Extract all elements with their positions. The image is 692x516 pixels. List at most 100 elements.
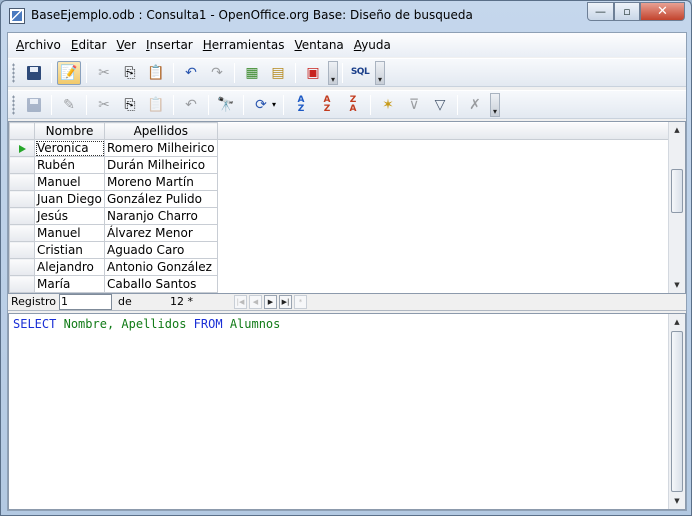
sql-vertical-scrollbar[interactable]: ▲ ▼ xyxy=(668,314,685,509)
paste-icon[interactable]: 📋 xyxy=(144,61,168,85)
new-record-button[interactable]: * xyxy=(294,295,307,309)
cell-apellidos[interactable]: González Pulido xyxy=(104,190,218,208)
row-header[interactable] xyxy=(9,207,35,225)
cell-nombre[interactable]: Juan Diego xyxy=(34,190,105,208)
menu-item-0[interactable]: Archivo xyxy=(11,33,66,57)
toolbar-more-button-3[interactable]: ▾ xyxy=(490,92,501,117)
title-bar[interactable]: BaseEjemplo.odb : Consulta1 - OpenOffice… xyxy=(1,1,691,31)
cell-apellidos[interactable]: Naranjo Charro xyxy=(104,207,218,225)
sort-descending-icon[interactable]: ZA xyxy=(341,93,365,117)
save-icon[interactable] xyxy=(22,61,46,85)
redo-icon[interactable]: ↷ xyxy=(205,61,229,85)
column-header-nombre[interactable]: Nombre xyxy=(34,122,105,140)
menu-item-4[interactable]: Herramientas xyxy=(198,33,290,57)
toolbar-grip[interactable] xyxy=(12,62,15,83)
copy-icon[interactable]: ⎘ xyxy=(118,61,142,85)
minimize-button[interactable]: — xyxy=(587,2,614,21)
table-row[interactable]: Jesús Naranjo Charro xyxy=(9,207,676,225)
row-header[interactable] xyxy=(9,275,35,293)
previous-record-button[interactable]: ◀ xyxy=(249,295,262,309)
sql-scroll-thumb[interactable] xyxy=(671,331,683,492)
toolbar-more-button-2[interactable]: ▾ xyxy=(375,60,385,85)
remove-filter-icon[interactable]: ✗ xyxy=(463,93,487,117)
cell-nombre[interactable]: Manuel xyxy=(34,173,105,191)
row-header[interactable] xyxy=(9,173,35,191)
cell-nombre[interactable]: Rubén xyxy=(34,156,105,174)
sort-icon[interactable]: AZ xyxy=(315,93,339,117)
first-record-button[interactable]: |◀ xyxy=(234,295,247,309)
row-header[interactable] xyxy=(9,139,35,157)
sql-editor[interactable]: SELECT Nombre, Apellidos FROM Alumnos ▲ … xyxy=(8,313,686,510)
autofilter-icon[interactable]: ✶ xyxy=(376,93,400,117)
edit-data-icon[interactable]: ✎ xyxy=(57,93,81,117)
cell-nombre[interactable]: Alejandro xyxy=(34,258,105,276)
standard-filter-icon[interactable]: ⊽ xyxy=(402,93,426,117)
sql-query-text[interactable]: SELECT Nombre, Apellidos FROM Alumnos xyxy=(13,317,280,331)
row-header[interactable] xyxy=(9,224,35,242)
last-record-button[interactable]: ▶| xyxy=(279,295,292,309)
menu-item-1[interactable]: Editar xyxy=(66,33,112,57)
menu-item-5[interactable]: Ventana xyxy=(290,33,349,57)
add-tables-icon[interactable]: ▦ xyxy=(240,61,264,85)
cell-apellidos[interactable]: Aguado Caro xyxy=(104,241,218,259)
paste-icon-2[interactable]: 📋 xyxy=(144,93,168,117)
toolbar-more-button[interactable]: ▾ xyxy=(328,60,338,85)
table-row[interactable]: Rubén Durán Milheirico xyxy=(9,156,676,174)
table-row[interactable]: Alejandro Antonio González xyxy=(9,258,676,276)
sort-ascending-icon[interactable]: AZ xyxy=(289,93,313,117)
close-button[interactable]: ✕ xyxy=(640,2,685,21)
edit-mode-icon[interactable]: 📝 xyxy=(57,60,81,85)
design-view-icon[interactable]: ▤ xyxy=(266,61,290,85)
cell-apellidos[interactable]: Álvarez Menor xyxy=(104,224,218,242)
table-row[interactable]: Manuel Álvarez Menor xyxy=(9,224,676,242)
toolbar-grip-2[interactable] xyxy=(12,94,15,115)
record-number-field[interactable]: 1 xyxy=(59,294,112,310)
cell-nombre[interactable]: Manuel xyxy=(34,224,105,242)
menu-item-3[interactable]: Insertar xyxy=(141,33,198,57)
cell-nombre[interactable]: Veronica xyxy=(34,139,105,157)
cut-icon[interactable]: ✂ xyxy=(92,61,116,85)
sql-scroll-up-arrow-icon[interactable]: ▲ xyxy=(669,314,685,330)
scroll-down-arrow-icon[interactable]: ▼ xyxy=(669,277,685,293)
apply-filter-icon[interactable]: ▽ xyxy=(428,93,452,117)
row-header[interactable] xyxy=(9,190,35,208)
row-header[interactable] xyxy=(9,156,35,174)
cell-apellidos[interactable]: Antonio González xyxy=(104,258,218,276)
row-header[interactable] xyxy=(9,241,35,259)
table-row[interactable]: Cristian Aguado Caro xyxy=(9,241,676,259)
corner-cell[interactable] xyxy=(9,122,35,140)
cell-apellidos[interactable]: Caballo Santos xyxy=(104,275,218,293)
find-icon[interactable]: 🔭 xyxy=(214,93,238,117)
row-header[interactable] xyxy=(9,258,35,276)
maximize-button[interactable]: ▫ xyxy=(614,2,640,21)
save-record-icon[interactable] xyxy=(22,93,46,117)
next-record-button[interactable]: ▶ xyxy=(264,295,277,309)
sql-icon[interactable]: SQL xyxy=(348,61,372,85)
scroll-up-arrow-icon[interactable]: ▲ xyxy=(669,122,685,138)
column-header-apellidos[interactable]: Apellidos xyxy=(104,122,218,140)
cell-apellidos[interactable]: Durán Milheirico xyxy=(104,156,218,174)
table-row[interactable]: Veronica Romero Milheirico xyxy=(9,139,676,157)
menu-item-2[interactable]: Ver xyxy=(111,33,141,57)
undo-icon[interactable]: ↶ xyxy=(179,61,203,85)
table-row[interactable]: María Caballo Santos xyxy=(9,275,676,293)
cell-nombre[interactable]: María xyxy=(34,275,105,293)
cell-nombre[interactable]: Jesús xyxy=(34,207,105,225)
refresh-icon[interactable]: ⟳ xyxy=(249,93,273,117)
undo-icon-2[interactable]: ↶ xyxy=(179,93,203,117)
refresh-dropdown-icon[interactable]: ▾ xyxy=(272,100,276,109)
sql-scroll-down-arrow-icon[interactable]: ▼ xyxy=(669,493,685,509)
cell-nombre[interactable]: Cristian xyxy=(34,241,105,259)
cell-apellidos[interactable]: Moreno Martín xyxy=(104,173,218,191)
data-grid[interactable]: Nombre Apellidos Veronica Romero Milheiri… xyxy=(8,121,686,294)
table-row[interactable]: Manuel Moreno Martín xyxy=(9,173,676,191)
grid-vertical-scrollbar[interactable]: ▲ ▼ xyxy=(668,122,685,293)
copy-icon-2[interactable]: ⎘ xyxy=(118,93,142,117)
window-controls: — ▫ ✕ xyxy=(587,2,685,21)
table-row[interactable]: Juan Diego González Pulido xyxy=(9,190,676,208)
menu-item-6[interactable]: Ayuda xyxy=(349,33,396,57)
scroll-thumb[interactable] xyxy=(671,169,683,213)
cut-icon-2[interactable]: ✂ xyxy=(92,93,116,117)
cell-apellidos[interactable]: Romero Milheirico xyxy=(104,139,218,157)
delete-icon[interactable]: ▣ xyxy=(301,61,325,85)
